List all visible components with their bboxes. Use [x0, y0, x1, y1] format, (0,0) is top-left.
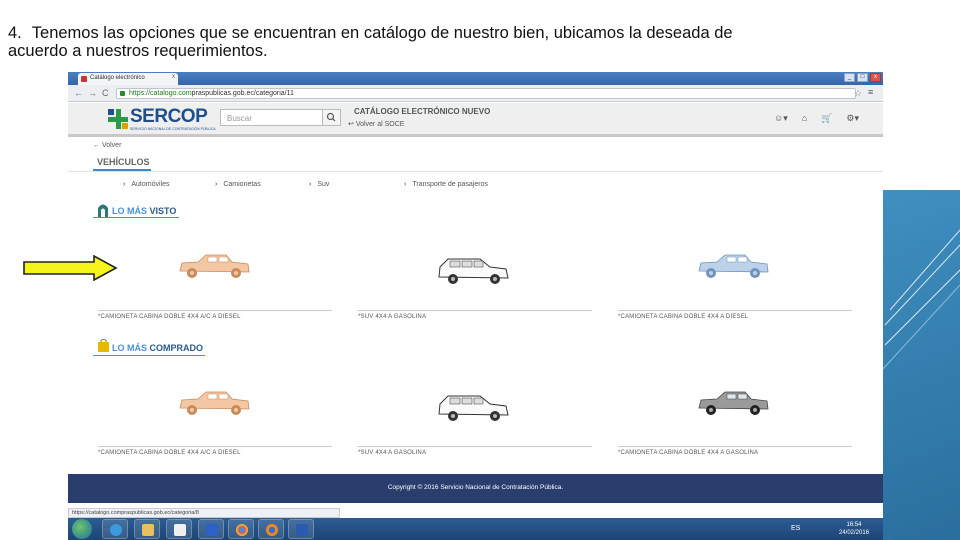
user-icon[interactable]: ☺▾: [774, 113, 788, 124]
site-footer: Copyright © 2016 Servicio Nacional de Co…: [68, 474, 883, 503]
back-arrow-icon[interactable]: ←: [74, 88, 83, 98]
folder-icon: [142, 524, 154, 536]
system-clock[interactable]: 16:54 24/02/2016: [839, 521, 869, 537]
category-link-camionetas[interactable]: Camionetas: [215, 181, 260, 188]
most-viewed-heading-part2: VISTO: [149, 206, 177, 216]
header-actions: ☺▾ ⌂ 🛒 ⚙▾: [774, 113, 859, 124]
clock-date: 24/02/2016: [839, 530, 870, 536]
sercop-logo-icon: [108, 109, 128, 129]
card-divider: [358, 446, 592, 447]
search-button[interactable]: [322, 109, 341, 126]
browser-menu-icon[interactable]: ≡: [868, 87, 873, 97]
taskbar-firefox[interactable]: [258, 519, 284, 539]
home-icon[interactable]: ⌂: [802, 113, 807, 124]
taskbar-chrome[interactable]: [228, 519, 254, 539]
pickup-truck-gray-icon[interactable]: [695, 384, 771, 420]
address-bar: ← → C https://catalogo.compraspublicas.g…: [68, 85, 883, 102]
browser-screenshot: Catálogo electrónico x _ □ x ← → C https…: [68, 72, 883, 540]
site-logo-subtitle: SERVICIO NACIONAL DE CONTRATACIÓN PÚBLIC…: [130, 127, 216, 131]
category-link-suv[interactable]: Suv: [309, 181, 329, 188]
window-controls: _ □ x: [844, 73, 881, 83]
slide-instruction: 4. Tenemos las opciones que se encuentran…: [8, 24, 938, 60]
suv-white-icon[interactable]: [436, 253, 512, 289]
yellow-arrow-icon: [23, 255, 118, 281]
most-bought-heading: LO MÁS COMPRADO: [112, 343, 203, 353]
pickup-truck-blue-icon[interactable]: [695, 247, 771, 283]
category-link-transporte[interactable]: Transporte de pasajeros: [404, 181, 488, 188]
instruction-line-2: acuerdo a nuestros requerimientos.: [8, 42, 268, 60]
most-viewed-heading: LO MÁS VISTO: [112, 206, 176, 216]
catalog-title: CATÁLOGO ELECTRÓNICO NUEVO: [354, 107, 491, 116]
product-label[interactable]: *SUV 4X4 A GASOLINA: [358, 314, 426, 320]
url-path: praspublicas.gob.ec/categoria/11: [191, 90, 294, 97]
back-to-soce-link[interactable]: ↩ Volver al SOCE: [348, 120, 404, 128]
internet-explorer-icon: [110, 524, 122, 536]
minimize-button[interactable]: _: [844, 73, 855, 82]
card-divider: [618, 446, 852, 447]
windows-taskbar: ES 16:54 24/02/2016: [68, 518, 883, 540]
product-label[interactable]: *CAMIONETA CABINA DOBLE 4X4 A/C A DIESEL: [98, 450, 241, 456]
reload-icon[interactable]: C: [102, 88, 109, 98]
most-bought-heading-part2: COMPRADO: [149, 343, 204, 353]
taskbar-explorer[interactable]: [134, 519, 160, 539]
site-logo[interactable]: SERCOP: [130, 106, 208, 128]
settings-gear-icon[interactable]: ⚙▾: [846, 113, 859, 124]
step-number: 4.: [8, 24, 22, 42]
pickup-truck-orange-icon[interactable]: [176, 384, 252, 420]
product-label[interactable]: *CAMIONETA CABINA DOBLE 4X4 A/C A DIESEL: [98, 314, 241, 320]
product-label[interactable]: *SUV 4X4 A GASOLINA: [358, 450, 426, 456]
taskbar-media[interactable]: [166, 519, 192, 539]
start-button[interactable]: [72, 519, 92, 539]
taskbar-word[interactable]: [288, 519, 314, 539]
back-to-soce-label: Volver al SOCE: [355, 121, 405, 128]
product-label[interactable]: *CAMIONETA CABINA DOBLE 4X4 A DIESEL: [618, 314, 748, 320]
url-input[interactable]: https://catalogo.compraspublicas.gob.ec/…: [116, 88, 856, 99]
card-divider: [98, 446, 332, 447]
maximize-button[interactable]: □: [857, 73, 868, 82]
most-viewed-heading-part1: LO MÁS: [112, 206, 147, 216]
most-bought-underline: [93, 355, 205, 356]
cart-icon[interactable]: 🛒: [821, 113, 832, 124]
bookmark-star-icon[interactable]: ☆: [854, 88, 862, 99]
close-button[interactable]: x: [870, 73, 881, 82]
media-player-icon: [174, 524, 186, 536]
tab-title: Catálogo electrónico: [90, 75, 145, 81]
most-viewed-icon: [98, 204, 108, 217]
product-label[interactable]: *CAMIONETA CABINA DOBLE 4X4 A GASOLINA: [618, 450, 758, 456]
tab-close-icon[interactable]: x: [172, 74, 175, 80]
back-link-label: Volver: [101, 142, 122, 149]
browser-tab-bar: Catálogo electrónico x _ □ x: [68, 72, 883, 85]
section-title: VEHÍCULOS: [97, 157, 150, 167]
favicon-icon: [81, 76, 87, 82]
lock-icon: [120, 91, 125, 96]
most-bought-heading-part1: LO MÁS: [112, 343, 147, 353]
url-secure-part: https://catalogo.com: [129, 90, 192, 97]
instruction-line-1: Tenemos las opciones que se encuentran e…: [31, 24, 733, 42]
pickup-truck-orange-icon[interactable]: [176, 247, 252, 283]
card-divider: [618, 310, 852, 311]
search-icon: [326, 112, 336, 122]
shopping-bag-icon: [98, 339, 109, 352]
category-link-automoviles[interactable]: Automóviles: [123, 181, 169, 188]
forward-arrow-icon[interactable]: →: [88, 88, 97, 98]
divider: [68, 171, 883, 172]
status-bar-url: https://catalogo.compraspublicas.gob.ec/…: [68, 508, 340, 518]
card-divider: [358, 310, 592, 311]
language-indicator[interactable]: ES: [791, 525, 800, 532]
taskbar-ie[interactable]: [102, 519, 128, 539]
chrome-icon: [236, 524, 248, 536]
most-viewed-underline: [93, 217, 179, 218]
site-header: SERCOP SERVICIO NACIONAL DE CONTRATACIÓN…: [68, 103, 883, 137]
back-link[interactable]: ← Volver: [93, 142, 121, 149]
clock-time: 16:54: [846, 522, 862, 528]
browser-tab[interactable]: Catálogo electrónico x: [78, 73, 178, 85]
suv-white-icon[interactable]: [436, 390, 512, 426]
taskbar-app[interactable]: [198, 519, 224, 539]
word-icon: [296, 524, 308, 536]
card-divider: [98, 310, 332, 311]
copyright-text: Copyright © 2016 Servicio Nacional de Co…: [387, 484, 564, 491]
app-icon: [206, 524, 218, 536]
firefox-icon: [266, 524, 278, 536]
